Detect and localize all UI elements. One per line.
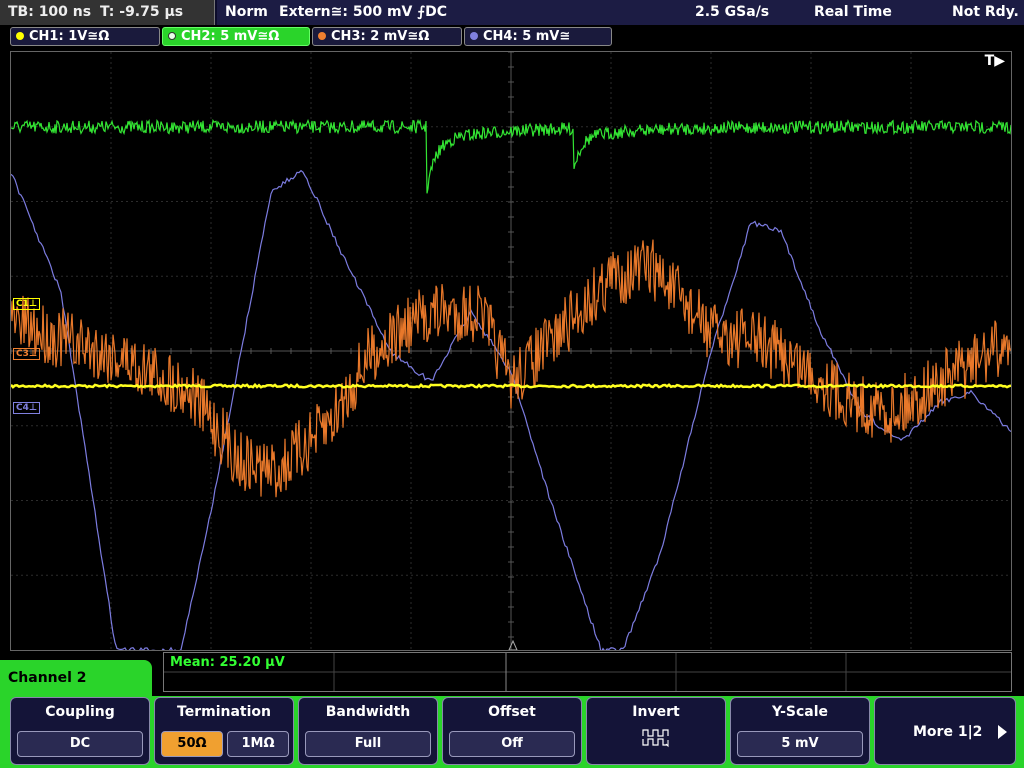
bandwidth-value[interactable]: Full [305, 731, 431, 757]
tab-ch4-label: CH4: 5 mV≅ [483, 29, 571, 44]
timebase-box[interactable]: TB: 100 ns T: -9.75 µs [0, 0, 215, 25]
ch4-dot-icon [470, 32, 478, 40]
coupling-softkey[interactable]: Coupling DC [10, 697, 150, 765]
tab-ch1[interactable]: CH1: 1V≅Ω [10, 27, 160, 46]
status-bar: TB: 100 ns T: -9.75 µs Norm Extern≅: 500… [0, 0, 1024, 25]
measurement-grid [164, 653, 1011, 691]
ch2-dot-icon [168, 32, 176, 40]
coupling-label: Coupling [45, 704, 115, 720]
more-label: More 1|2 [913, 724, 983, 740]
tab-ch1-label: CH1: 1V≅Ω [29, 29, 110, 44]
tab-ch3[interactable]: CH3: 2 mV≅Ω [312, 27, 462, 46]
measurement-panel: Mean: 25.20 µV [163, 652, 1012, 692]
mean-readout: Mean: 25.20 µV [170, 655, 285, 670]
trigger-marker-icon: T▶ [984, 53, 1005, 69]
termination-softkey[interactable]: Termination 50Ω 1MΩ [154, 697, 294, 765]
trigger-position-icon [508, 639, 518, 650]
timebase-readout: TB: 100 ns [8, 4, 92, 20]
offset-softkey[interactable]: Offset Off [442, 697, 582, 765]
graticule [11, 52, 1011, 650]
invert-waveform-icon [642, 729, 669, 748]
sample-rate: 2.5 GSa/s [695, 4, 770, 20]
acquisition-mode: Real Time [814, 4, 892, 20]
ch3-dot-icon [318, 32, 326, 40]
channel-tab-bar: CH1: 1V≅Ω CH2: 5 mV≅Ω CH3: 2 mV≅Ω CH4: 5… [0, 26, 1024, 48]
yscale-value[interactable]: 5 mV [737, 731, 863, 757]
waveform-screen[interactable]: T▶ C1⊥ C3⊥ C4⊥ [10, 51, 1012, 651]
termination-50ohm-option[interactable]: 50Ω [161, 731, 223, 757]
ch1-marker[interactable]: C1⊥ [13, 298, 41, 310]
tab-ch3-label: CH3: 2 mV≅Ω [331, 29, 430, 44]
trigger-mode: Norm [225, 4, 268, 20]
more-softkey[interactable]: More 1|2 [874, 697, 1016, 765]
coupling-value[interactable]: DC [17, 731, 143, 757]
waveform-canvas [11, 52, 1011, 650]
trigger-time-readout: T: -9.75 µs [100, 4, 184, 20]
channel-menu-title: Channel 2 [0, 660, 152, 696]
yscale-softkey[interactable]: Y-Scale 5 mV [730, 697, 870, 765]
ch4-marker[interactable]: C4⊥ [13, 402, 41, 414]
invert-label: Invert [632, 704, 680, 720]
termination-label: Termination [177, 704, 271, 720]
offset-value[interactable]: Off [449, 731, 575, 757]
channel-menu-title-text: Channel 2 [8, 670, 87, 686]
trigger-source: Extern≅: 500 mV ⨍DC [279, 4, 448, 20]
next-page-arrow-icon [998, 725, 1007, 739]
run-state: Not Rdy. [952, 4, 1019, 20]
tab-ch4[interactable]: CH4: 5 mV≅ [464, 27, 612, 46]
tab-ch2[interactable]: CH2: 5 mV≅Ω [162, 27, 310, 46]
bandwidth-softkey[interactable]: Bandwidth Full [298, 697, 438, 765]
ch1-dot-icon [16, 32, 24, 40]
invert-softkey[interactable]: Invert [586, 697, 726, 765]
tab-ch2-label: CH2: 5 mV≅Ω [181, 29, 280, 44]
acquisition-box[interactable]: Norm Extern≅: 500 mV ⨍DC 2.5 GSa/s Real … [217, 0, 1024, 25]
termination-1mohm-option[interactable]: 1MΩ [227, 731, 289, 757]
bandwidth-label: Bandwidth [325, 704, 411, 720]
softkey-bar: Coupling DC Termination 50Ω 1MΩ Bandwidt… [0, 696, 1024, 768]
ch3-marker[interactable]: C3⊥ [13, 348, 41, 360]
offset-label: Offset [488, 704, 536, 720]
yscale-label: Y-Scale [771, 704, 828, 720]
